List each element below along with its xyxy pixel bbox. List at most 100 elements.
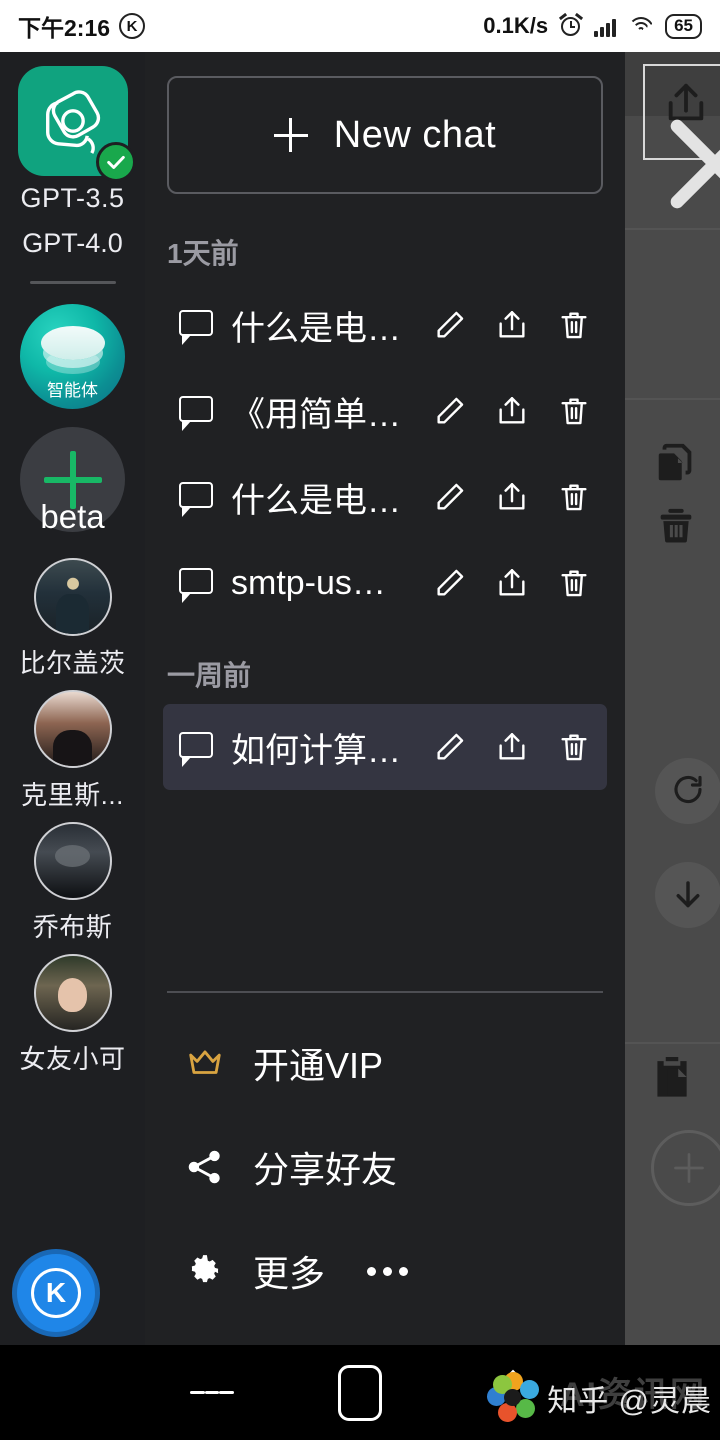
plus-icon [273, 118, 308, 152]
k-circle-icon: K [31, 1268, 81, 1318]
scroll-down-icon[interactable] [655, 862, 720, 928]
chat-bubble-icon [179, 482, 213, 517]
flower-logo-icon [487, 1372, 540, 1424]
menu-item-more[interactable]: 更多 [145, 1219, 625, 1323]
delete-icon[interactable] [557, 480, 591, 514]
share-icon[interactable] [495, 480, 529, 514]
close-x-icon[interactable] [655, 104, 720, 224]
chat-bubble-icon [179, 310, 213, 345]
chat-row-actions [433, 730, 591, 764]
delete-icon[interactable] [557, 730, 591, 764]
delete-icon[interactable] [557, 566, 591, 600]
status-bar: 下午2:16 K 0.1K/s 65 [0, 0, 720, 52]
network-speed: 0.1K/s [483, 13, 549, 38]
crown-icon [185, 1043, 225, 1083]
sidebar-item-gpt40[interactable]: GPT-4.0 [0, 228, 145, 259]
wifi-icon [627, 16, 654, 37]
content-divider [625, 1042, 720, 1044]
plus-icon: beta [20, 427, 125, 535]
status-bar-left: 下午2:16 K [18, 9, 146, 43]
edit-icon[interactable] [433, 730, 467, 764]
delete-icon[interactable] [557, 308, 591, 342]
agent-icon-label: 智能体 [47, 381, 98, 400]
sidebar-item-character-0[interactable]: 比尔盖茨 [0, 558, 145, 680]
paste-icon[interactable] [647, 1052, 697, 1102]
sidebar-item-label: 克里斯... [21, 780, 124, 810]
menu-item-label: 更多 [253, 1253, 326, 1294]
share-icon[interactable] [495, 394, 529, 428]
chat-title: smtp-us… [231, 563, 386, 602]
gear-icon [185, 1251, 225, 1291]
menu-item-share[interactable]: 分享好友 [145, 1115, 625, 1219]
sidebar-item-character-3[interactable]: 女友小可 [0, 954, 145, 1076]
add-circle-icon[interactable] [651, 1130, 720, 1206]
edit-icon[interactable] [433, 566, 467, 600]
share-nodes-icon [185, 1147, 225, 1187]
status-bar-right: 0.1K/s 65 [483, 12, 702, 39]
chat-group-label: 一周前 [167, 660, 252, 691]
sidebar-item-gpt35[interactable]: GPT-3.5 [0, 66, 145, 214]
refresh-icon[interactable] [655, 758, 720, 824]
recents-icon[interactable] [190, 1384, 235, 1401]
share-icon[interactable] [495, 308, 529, 342]
sidebar-item-label: 女友小可 [19, 1044, 126, 1074]
edit-icon[interactable] [433, 480, 467, 514]
new-chat-label: New chat [333, 113, 497, 156]
sidebar-item-beta[interactable]: beta [0, 427, 145, 535]
chat-list-item[interactable]: 什么是电… [163, 282, 607, 368]
chat-title: 什么是电… [231, 481, 401, 520]
agent-disc-icon: 智能体 [20, 304, 125, 409]
chat-list-item[interactable]: 什么是电… [163, 454, 607, 540]
sidebar-item-label: beta [40, 498, 105, 535]
chat-bubble-icon [179, 732, 213, 767]
menu-item-label: 分享好友 [253, 1149, 398, 1190]
phone-screen: 下午2:16 K 0.1K/s 65 GPT-3.5 GPT-4.0 智能体 b… [0, 0, 720, 1440]
sidebar-item-agent[interactable]: 智能体 [0, 304, 145, 409]
avatar [33, 822, 112, 900]
delete-icon[interactable] [653, 502, 699, 548]
status-time: 下午2:16 [18, 15, 111, 41]
share-icon[interactable] [495, 566, 529, 600]
content-divider [625, 228, 720, 230]
chat-row-actions [433, 394, 591, 428]
chat-title: 什么是电… [231, 309, 401, 348]
copy-icon[interactable] [653, 440, 699, 486]
signal-icon [594, 15, 617, 37]
chat-row-actions [433, 480, 591, 514]
alarm-icon [559, 12, 584, 38]
chat-list-item-selected[interactable]: 如何计算… [163, 704, 607, 790]
delete-icon[interactable] [557, 394, 591, 428]
chat-list-item[interactable]: 《用简单… [163, 368, 607, 454]
menu-item-vip[interactable]: 开通VIP [145, 1011, 625, 1115]
sidebar-item-character-1[interactable]: 克里斯... [0, 690, 145, 812]
watermark: 知乎 @灵晨 [487, 1372, 712, 1424]
chat-list-item[interactable]: smtp-us… [163, 540, 607, 626]
openai-logo-icon [17, 66, 136, 182]
rail-divider [29, 281, 116, 284]
floating-action-button[interactable]: K [12, 1249, 100, 1337]
share-icon[interactable] [495, 730, 529, 764]
edit-icon[interactable] [433, 394, 467, 428]
dimmed-chat-area[interactable] [625, 52, 720, 1345]
chat-row-actions [433, 308, 591, 342]
sidebar-item-character-2[interactable]: 乔布斯 [0, 822, 145, 944]
home-icon[interactable] [338, 1364, 382, 1421]
chat-bubble-icon [179, 568, 213, 603]
chat-history-panel: New chat 1天前 什么是电… 《用简单… 什么是电… smtp-us… … [145, 52, 625, 1345]
battery-icon: 65 [665, 13, 702, 39]
new-chat-button[interactable]: New chat [167, 76, 603, 194]
selected-check-icon [95, 142, 136, 182]
chat-title: 《用简单… [231, 395, 401, 434]
chat-row-actions [433, 566, 591, 600]
avatar [33, 558, 112, 636]
avatar [33, 954, 112, 1032]
more-dots-icon [367, 1266, 409, 1276]
chat-title: 如何计算… [231, 731, 401, 770]
model-rail: GPT-3.5 GPT-4.0 智能体 beta 比尔盖茨 克里斯... 乔布斯… [0, 52, 145, 1345]
menu-item-label: 开通VIP [253, 1045, 384, 1086]
chat-group-label: 1天前 [167, 238, 239, 269]
sidebar-item-label: GPT-4.0 [22, 228, 123, 258]
sidebar-item-label: GPT-3.5 [20, 183, 125, 213]
edit-icon[interactable] [433, 308, 467, 342]
content-divider [625, 398, 720, 400]
